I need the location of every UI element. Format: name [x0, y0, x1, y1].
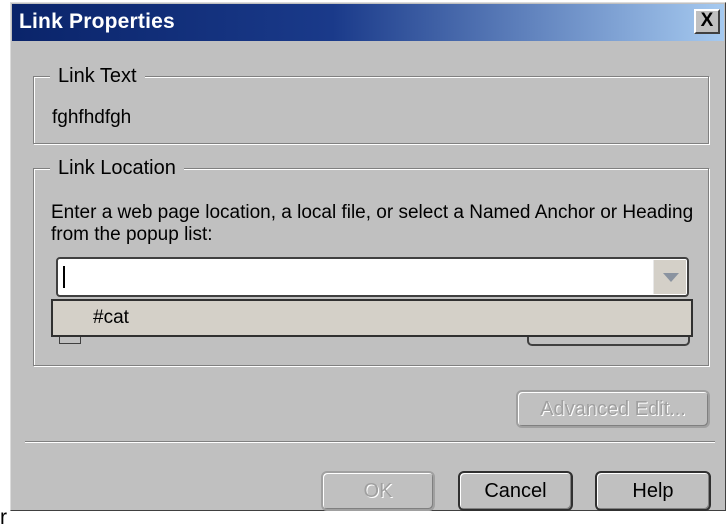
stray-text: r — [0, 506, 7, 529]
anchor-dropdown-list[interactable]: #cat — [51, 299, 693, 337]
link-text-legend: Link Text — [50, 64, 145, 88]
dropdown-item-cat[interactable]: #cat — [93, 307, 129, 329]
link-text-value: fghfhdfgh — [52, 107, 132, 128]
advanced-edit-button[interactable]: Advanced Edit... — [516, 390, 710, 428]
help-button[interactable]: Help — [595, 471, 711, 511]
text-caret — [63, 266, 65, 288]
title-bar[interactable]: Link Properties X — [12, 4, 724, 41]
separator — [25, 441, 715, 443]
dialog-title: Link Properties — [19, 10, 175, 33]
chevron-down-icon[interactable] — [653, 260, 686, 294]
ok-button[interactable]: OK — [321, 471, 435, 511]
link-text-group: Link Text — [33, 64, 709, 144]
cancel-button[interactable]: Cancel — [458, 471, 573, 511]
location-combobox[interactable] — [56, 257, 689, 297]
link-location-legend: Link Location — [50, 156, 184, 180]
link-location-instructions: Enter a web page location, a local file,… — [51, 202, 694, 245]
link-properties-dialog: Link Properties X Link Text fghfhdfgh Li… — [10, 2, 726, 511]
close-icon[interactable]: X — [694, 9, 720, 34]
